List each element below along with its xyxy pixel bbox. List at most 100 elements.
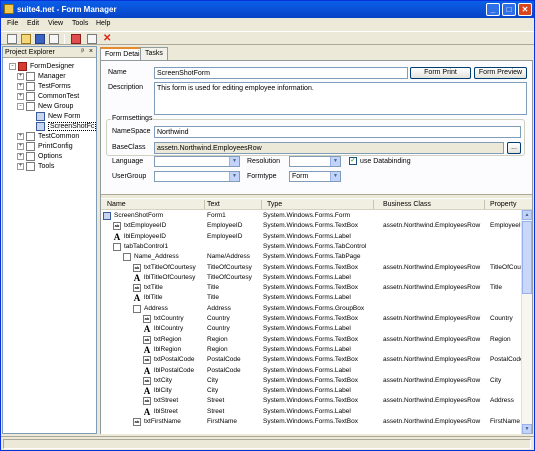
cell-type: System.Windows.Forms.TextBox xyxy=(263,263,358,271)
table-row[interactable]: AlblRegion Region System.Windows.Forms.Lab… xyxy=(101,345,521,355)
title-bar[interactable]: suite4.net - Form Manager _ □ ✕ xyxy=(1,1,534,18)
collapse-icon[interactable]: - xyxy=(9,63,16,70)
minimize-button[interactable]: _ xyxy=(486,3,500,16)
table-row[interactable]: ab txtCountry Country System.Windows.Forms.… xyxy=(101,314,521,324)
form-preview-button[interactable]: Form Preview xyxy=(474,67,527,79)
vertical-scrollbar[interactable]: ▲ ▼ xyxy=(521,210,532,434)
table-row[interactable]: ab txtStreet Street System.Windows.Forms.Te… xyxy=(101,396,521,406)
name-field[interactable]: ScreenShotForm xyxy=(154,67,408,79)
cell-type: System.Windows.Forms.TabControl xyxy=(263,242,367,250)
language-combo[interactable]: ▼ xyxy=(154,156,240,167)
description-field[interactable]: This form is used for editing employee i… xyxy=(154,82,527,115)
usergroup-combo[interactable]: ▼ xyxy=(154,171,240,182)
expand-icon[interactable]: + xyxy=(17,83,24,90)
cell-text: Name/Address xyxy=(207,253,250,261)
formsettings-label: Formsettings xyxy=(111,115,154,122)
pin-icon[interactable]: ᵖ xyxy=(81,48,84,55)
tree-node-label: CommonTest xyxy=(38,93,80,100)
table-row[interactable]: ab txtTitleOfCourtesy TitleOfCourtesy Syste… xyxy=(101,263,521,273)
expand-icon[interactable]: + xyxy=(17,73,24,80)
folder-icon xyxy=(26,132,35,141)
table-row[interactable]: tabTabControl1 System.Windows.Forms.TabCo… xyxy=(101,242,521,252)
cell-text: Region xyxy=(207,335,228,343)
cell-bclass: assetn.Northwind.EmployeesRow xyxy=(383,418,481,425)
table-row[interactable]: Address Address System.Windows.Forms.Group… xyxy=(101,304,521,314)
cell-type: System.Windows.Forms.TextBox xyxy=(263,376,358,384)
collapse-icon[interactable]: - xyxy=(17,103,24,110)
expand-icon[interactable]: + xyxy=(17,133,24,140)
folder-icon xyxy=(26,82,35,91)
column-header-business-class[interactable]: Business Class xyxy=(383,201,431,208)
namespace-field[interactable]: Northwind xyxy=(154,126,521,138)
column-header-name[interactable]: Name xyxy=(107,201,126,208)
tab-tasks[interactable]: Tasks xyxy=(140,47,168,60)
form-detail-panel: Name ScreenShotForm Form Print Form Prev… xyxy=(100,60,533,434)
tree-node-label: TestForms xyxy=(38,83,71,90)
table-row[interactable]: AlblCountry Country System.Windows.Forms.L… xyxy=(101,324,521,334)
scroll-thumb[interactable] xyxy=(522,221,532,294)
column-header-text[interactable]: Text xyxy=(207,201,220,208)
column-header-property[interactable]: Property xyxy=(490,201,516,208)
tree-node-label: Options xyxy=(38,153,63,160)
textbox-icon: ab xyxy=(133,418,141,426)
table-row[interactable]: AlblTitleOfCourtesy TitleOfCourtesy System… xyxy=(101,273,521,283)
description-label: Description xyxy=(108,84,144,91)
expand-icon[interactable]: + xyxy=(17,163,24,170)
menu-bar: File Edit View Tools Help xyxy=(1,18,534,31)
textbox-icon: ab xyxy=(143,356,151,365)
maximize-button[interactable]: □ xyxy=(502,3,516,16)
use-databinding-checkbox[interactable]: ✓ xyxy=(349,157,357,165)
delete-icon[interactable]: ✕ xyxy=(103,34,113,44)
table-row[interactable]: AlblStreet Street System.Windows.Forms.Lab… xyxy=(101,407,521,417)
close-button[interactable]: ✕ xyxy=(518,3,532,16)
cell-type: System.Windows.Forms.Label xyxy=(263,294,351,302)
save-icon[interactable] xyxy=(35,34,45,44)
new-file-icon[interactable] xyxy=(7,34,17,44)
label-icon: A xyxy=(143,387,151,396)
open-folder-icon[interactable] xyxy=(21,34,31,44)
form-print-button[interactable]: Form Print xyxy=(410,67,471,79)
folder-icon xyxy=(26,152,35,161)
menu-tools[interactable]: Tools xyxy=(72,20,88,27)
expand-icon[interactable]: + xyxy=(17,153,24,160)
table-row[interactable]: ab txtRegion Region System.Windows.Forms.Te… xyxy=(101,335,521,345)
expand-icon[interactable]: + xyxy=(17,143,24,150)
table-row[interactable]: AlblEmployeeID EmployeeID System.Windows.F… xyxy=(101,232,521,242)
table-row[interactable]: Name_Address Name/Address System.Windows.F… xyxy=(101,252,521,262)
formtype-combo[interactable]: Form ▼ xyxy=(289,171,341,182)
scroll-up-icon[interactable]: ▲ xyxy=(522,210,532,220)
table-row[interactable]: AlblCity City System.Windows.Forms.Label xyxy=(101,386,521,396)
expand-icon[interactable]: + xyxy=(17,93,24,100)
cell-text: Address xyxy=(207,304,231,312)
splitter[interactable] xyxy=(101,194,532,198)
project-icon xyxy=(18,62,27,71)
cell-text: Country xyxy=(207,325,230,333)
menu-view[interactable]: View xyxy=(48,20,63,27)
cell-text: EmployeeID xyxy=(207,232,243,240)
resolution-combo[interactable]: ▼ xyxy=(289,156,341,167)
table-row[interactable]: AlblTitle Title System.Windows.Forms.Label xyxy=(101,293,521,303)
baseclass-browse-button[interactable]: ... xyxy=(507,142,521,154)
cell-type: System.Windows.Forms.Label xyxy=(263,232,351,240)
form-icon xyxy=(36,122,45,131)
table-row[interactable]: ab txtPostalCode PostalCode System.Windows.… xyxy=(101,355,521,365)
column-header-type[interactable]: Type xyxy=(267,201,282,208)
cell-type: System.Windows.Forms.Label xyxy=(263,345,351,353)
baseclass-field[interactable]: assetn.Northwind.EmployeesRow xyxy=(154,142,504,154)
label-icon: A xyxy=(143,325,151,334)
save-all-icon[interactable] xyxy=(49,34,59,44)
table-row[interactable]: AlblPostalCode PostalCode System.Windows.F… xyxy=(101,366,521,376)
table-row[interactable]: ab txtEmployeeID EmployeeID System.Windows.… xyxy=(101,221,521,231)
table-row[interactable]: ab txtCity City System.Windows.Forms.TextBo… xyxy=(101,376,521,386)
scroll-down-icon[interactable]: ▼ xyxy=(522,424,532,434)
panel-close-icon[interactable]: × xyxy=(89,48,93,55)
copy-icon[interactable] xyxy=(87,34,97,44)
cell-name: ScreenShotForm xyxy=(114,212,164,219)
menu-help[interactable]: Help xyxy=(96,20,110,27)
add-form-icon[interactable] xyxy=(71,34,81,44)
menu-file[interactable]: File xyxy=(7,20,18,27)
table-row[interactable]: ab txtFirstName FirstName System.Windows.Fo… xyxy=(101,417,521,427)
menu-edit[interactable]: Edit xyxy=(27,20,39,27)
table-row[interactable]: ScreenShotForm Form1 System.Windows.Forms.… xyxy=(101,211,521,221)
table-row[interactable]: ab txtTitle Title System.Windows.Forms.Text… xyxy=(101,283,521,293)
